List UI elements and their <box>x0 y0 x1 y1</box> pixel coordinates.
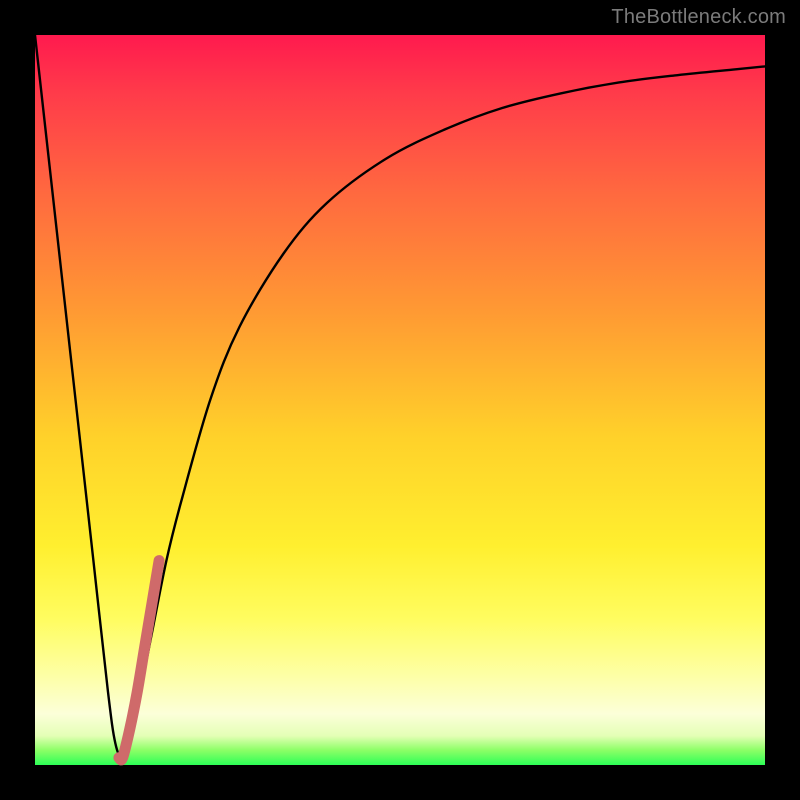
highlight-segment-path <box>119 561 159 760</box>
plot-area <box>35 35 765 765</box>
curve-svg <box>35 35 765 765</box>
watermark-text: TheBottleneck.com <box>611 6 786 29</box>
chart-frame: TheBottleneck.com <box>0 0 800 800</box>
